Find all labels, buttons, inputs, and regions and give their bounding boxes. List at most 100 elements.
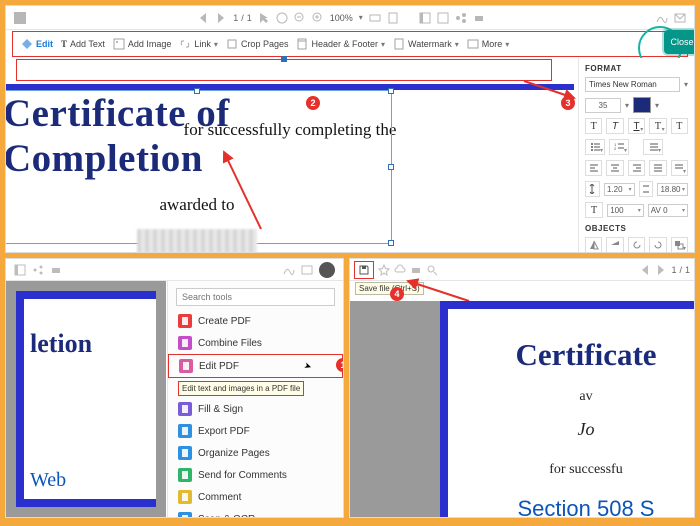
text-color-button[interactable]: T <box>649 118 666 134</box>
print-icon[interactable] <box>410 264 422 276</box>
flip-h-button[interactable] <box>585 237 602 253</box>
arrange-button[interactable] <box>671 237 688 253</box>
text-selection-box[interactable]: Certificate of Completion awarded to <box>5 90 392 244</box>
print-icon[interactable] <box>50 264 62 276</box>
tool-item-send-for-comments[interactable]: Send for Comments <box>168 464 343 486</box>
kerning-input[interactable]: AV 0▾ <box>648 204 688 217</box>
close-editing-button[interactable]: Close <box>664 30 695 54</box>
header-footer-button[interactable]: Header & Footer▾ <box>296 38 385 50</box>
panel-icon[interactable] <box>14 264 26 276</box>
sign-icon[interactable] <box>283 264 295 276</box>
align-more-button[interactable] <box>671 160 688 176</box>
handle-ne[interactable] <box>388 88 394 94</box>
awarded-to-text[interactable]: awarded to <box>5 195 391 215</box>
add-text-button[interactable]: TAdd Text <box>61 39 105 49</box>
panel-editing-view: 1/ 1 100% ▾ Edit TAdd Text Add Image Lin… <box>5 5 695 253</box>
rotate-cw-button[interactable] <box>649 237 666 253</box>
font-size-select[interactable]: 35 <box>585 98 621 113</box>
star-icon[interactable] <box>378 264 390 276</box>
tool-item-combine-files[interactable]: Combine Files <box>168 332 343 354</box>
pdf-page[interactable]: 2 Certificate of Completion awarded to f… <box>6 90 574 252</box>
share-icon[interactable] <box>455 12 467 24</box>
pdf-page-p3[interactable]: Certificate av Jo for successfu Section … <box>440 301 694 517</box>
home-icon[interactable] <box>14 12 26 24</box>
crop-pages-button[interactable]: Crop Pages <box>226 38 289 50</box>
objects-heading: OBJECTS <box>585 224 688 233</box>
tool-icon <box>178 314 192 328</box>
link-button[interactable]: Link▾ <box>179 38 218 50</box>
panel-left-icon[interactable] <box>419 12 431 24</box>
headerfooter-icon <box>296 38 308 50</box>
certificate-title[interactable]: Certificate of Completion <box>5 91 391 181</box>
hscale-input[interactable]: 100▾ <box>607 204 644 217</box>
app-top-toolbar: 1/ 1 100% ▾ <box>6 6 694 30</box>
success-p3: for successfu <box>478 462 694 478</box>
avatar[interactable] <box>319 262 335 278</box>
handle-e[interactable] <box>388 164 394 170</box>
fitpage-icon[interactable] <box>387 12 399 24</box>
tool-label: Combine Files <box>198 338 262 349</box>
watermark-button[interactable]: Watermark▾ <box>393 38 459 50</box>
handle-n[interactable] <box>194 88 200 94</box>
rotate-handle[interactable] <box>281 56 287 62</box>
prev-page-icon[interactable] <box>639 264 651 276</box>
tools-panel: Create PDFCombine FilesEdit PDF1➤Edit te… <box>167 281 343 517</box>
pdf-page-p2[interactable]: letion Web <box>16 291 156 507</box>
handle-se[interactable] <box>388 240 394 246</box>
zoom-chevron-icon[interactable]: ▾ <box>359 13 363 22</box>
edit-button[interactable]: Edit <box>21 38 53 50</box>
mail-icon[interactable] <box>674 12 686 24</box>
handle-nw[interactable] <box>5 88 6 94</box>
zoom-out-icon[interactable] <box>294 12 306 24</box>
tool-item-export-pdf[interactable]: Export PDF <box>168 420 343 442</box>
next-page-icon[interactable] <box>655 264 667 276</box>
more-button[interactable]: More▾ <box>467 38 510 50</box>
bold-button[interactable]: T <box>585 118 602 134</box>
tool-item-create-pdf[interactable]: Create PDF <box>168 310 343 332</box>
bullet-list-button[interactable] <box>585 139 605 155</box>
tool-item-fill-sign[interactable]: Fill & Sign <box>168 398 343 420</box>
next-page-icon[interactable] <box>215 12 227 24</box>
save-button[interactable]: Save file (Ctrl+S) <box>354 261 374 279</box>
watermark-icon <box>393 38 405 50</box>
pointer-icon[interactable] <box>258 12 270 24</box>
align-right-button[interactable] <box>628 160 645 176</box>
tool-item-edit-pdf[interactable]: Edit PDF1➤ <box>168 354 343 378</box>
search-icon[interactable] <box>426 264 438 276</box>
readmode-icon[interactable] <box>437 12 449 24</box>
align-justify-button[interactable] <box>649 160 666 176</box>
wm-label: Watermark <box>408 39 452 49</box>
fitwidth-icon[interactable] <box>369 12 381 24</box>
zoom-percent[interactable]: 100% <box>330 13 353 23</box>
sign-icon[interactable] <box>656 12 668 24</box>
font-family-select[interactable]: Times New Roman <box>585 77 680 92</box>
zoom-in-icon[interactable] <box>312 12 324 24</box>
char-spacing-input[interactable]: 1.20▾ <box>604 183 635 196</box>
line-spacing-button[interactable] <box>643 139 663 155</box>
page-indicator-p3: 1/1 <box>671 265 690 275</box>
share-icon[interactable] <box>32 264 44 276</box>
search-tools-input[interactable] <box>176 288 335 306</box>
rotate-ccw-button[interactable] <box>628 237 645 253</box>
italic-button[interactable]: T <box>606 118 623 134</box>
page-tot-p3: 1 <box>685 265 690 275</box>
mail-icon[interactable] <box>301 264 313 276</box>
line-height-input[interactable]: 18.80▾ <box>657 183 688 196</box>
tool-label: Organize Pages <box>198 448 270 459</box>
highlight-button[interactable]: T <box>671 118 688 134</box>
align-center-button[interactable] <box>606 160 623 176</box>
color-swatch[interactable] <box>633 97 651 113</box>
cloud-icon[interactable] <box>394 264 406 276</box>
handle-sw[interactable] <box>5 240 6 246</box>
print-icon[interactable] <box>473 12 485 24</box>
flip-v-button[interactable] <box>606 237 623 253</box>
underline-button[interactable]: T <box>628 118 645 134</box>
tool-item-comment[interactable]: Comment <box>168 486 343 508</box>
prev-page-icon[interactable] <box>197 12 209 24</box>
tool-item-scan-ocr[interactable]: Scan & OCR <box>168 508 343 518</box>
tool-item-organize-pages[interactable]: Organize Pages <box>168 442 343 464</box>
add-image-button[interactable]: Add Image <box>113 38 172 50</box>
align-left-button[interactable] <box>585 160 602 176</box>
number-list-button[interactable]: 12 <box>609 139 629 155</box>
hand-icon[interactable] <box>276 12 288 24</box>
